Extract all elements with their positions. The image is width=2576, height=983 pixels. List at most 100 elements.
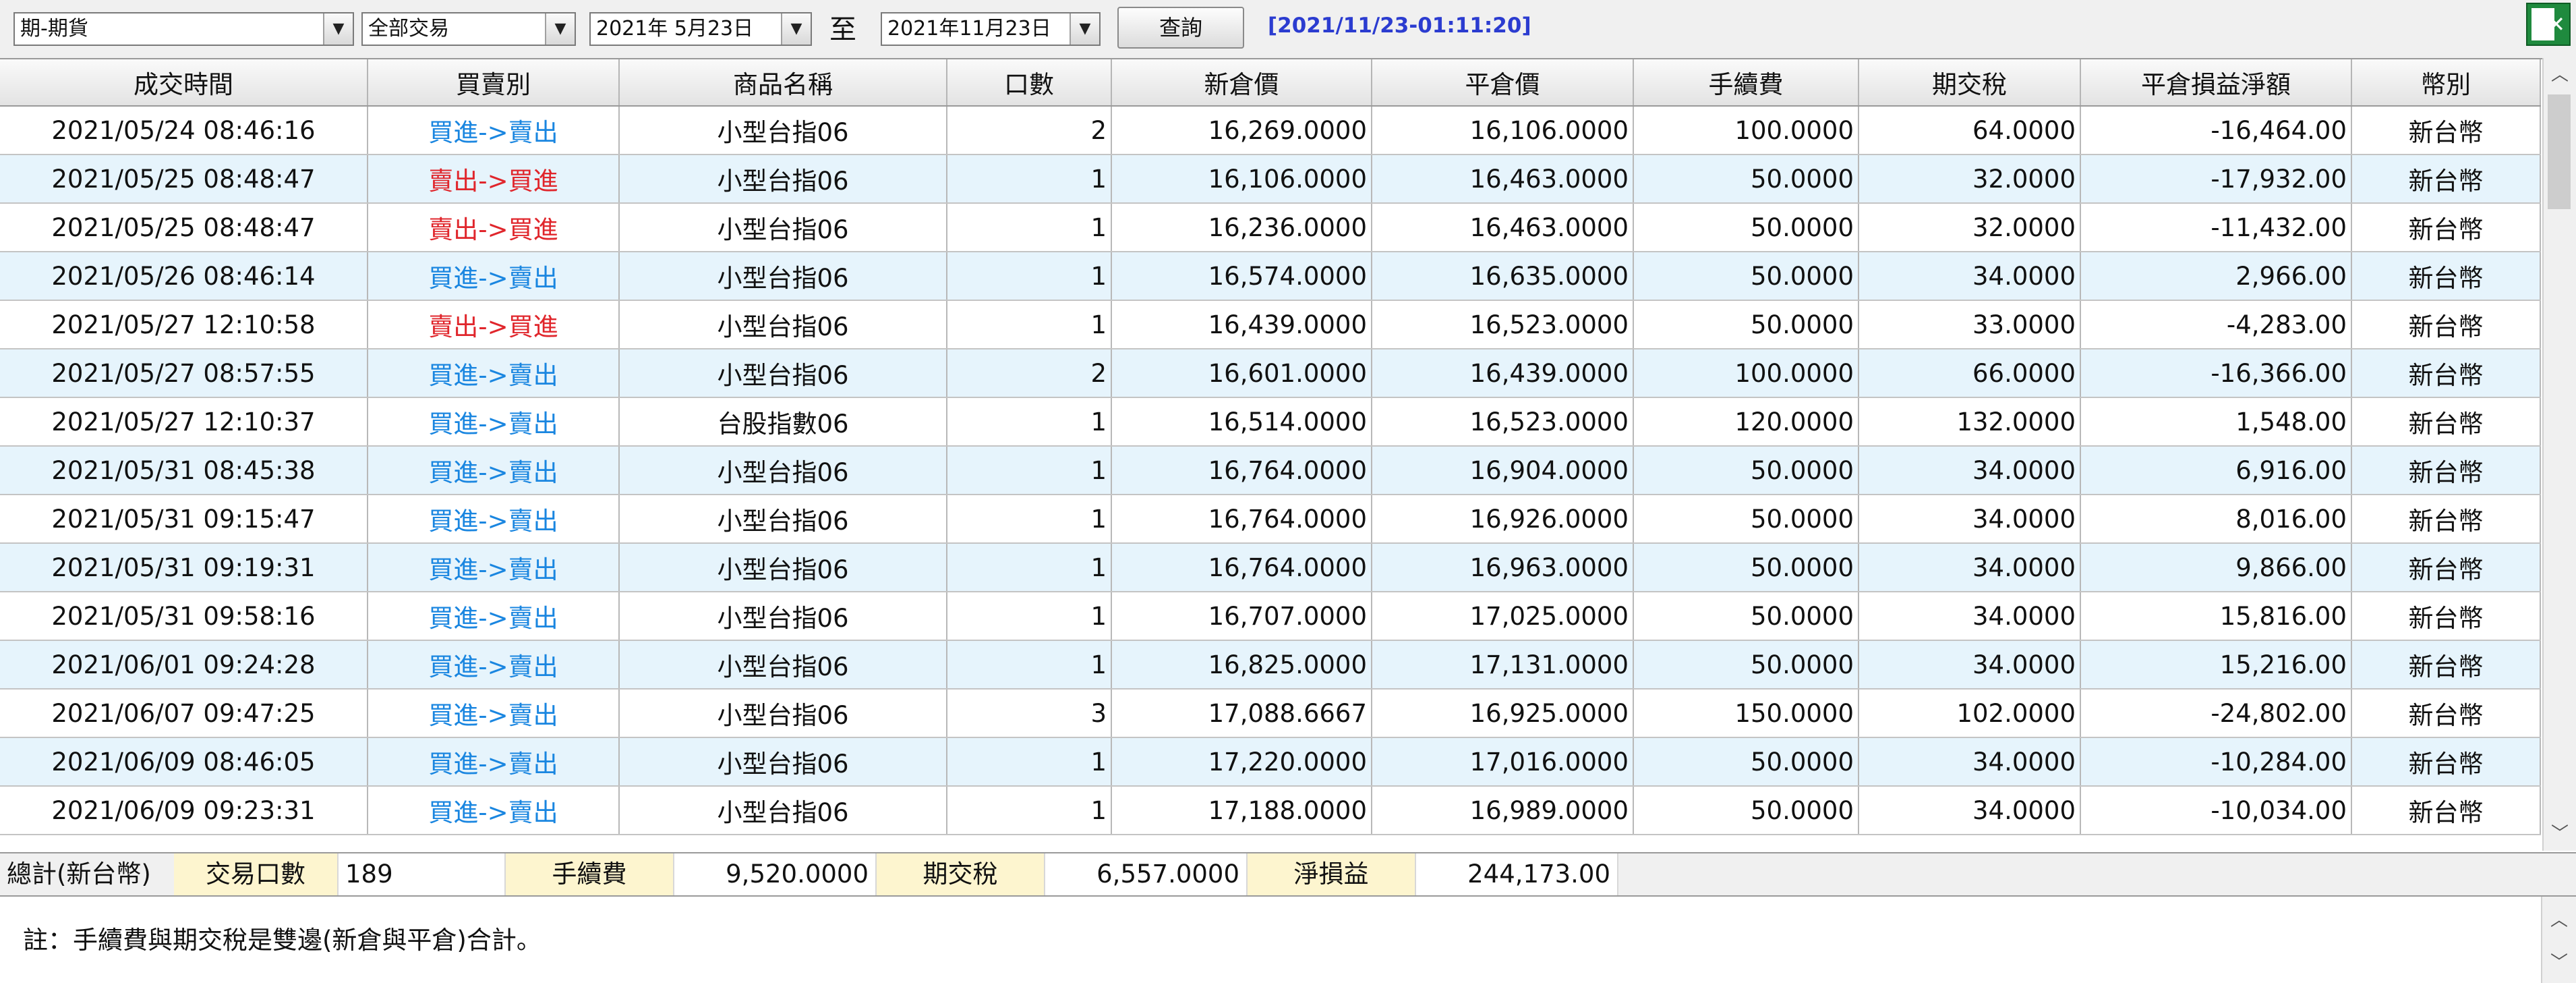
table-row[interactable]: 2021/05/27 12:10:58 賣出->買進 小型台指06 1 16,439.0…	[0, 300, 2541, 349]
table-row[interactable]: 2021/05/27 08:57:55 買進->賣出 小型台指06 2 16,601.0…	[0, 349, 2541, 398]
summary-tax-label: 期交稅	[877, 853, 1045, 895]
table-row[interactable]: 2021/06/09 09:23:31 買進->賣出 小型台指06 1 17,188.0…	[0, 786, 2541, 835]
scrollbar-thumb[interactable]	[2548, 94, 2571, 209]
cell-fee: 50.0000	[1633, 446, 1859, 495]
note-vertical-scrollbar[interactable]: ︿ ﹀	[2541, 897, 2576, 983]
table-body: 2021/05/24 08:46:16 買進->賣出 小型台指06 2 16,269.0…	[0, 106, 2541, 835]
chevron-up-icon[interactable]: ︿	[2544, 58, 2576, 92]
chevron-down-icon[interactable]: ▼	[1070, 13, 1099, 45]
table-row[interactable]: 2021/06/09 08:46:05 買進->賣出 小型台指06 1 17,220.0…	[0, 737, 2541, 787]
table-row[interactable]: 2021/05/27 12:10:37 買進->賣出 台股指數06 1 16,514.0…	[0, 397, 2541, 447]
cell-tax: 132.0000	[1858, 397, 2081, 447]
chevron-down-icon[interactable]: ﹀	[2542, 949, 2576, 974]
table-row[interactable]: 2021/06/01 09:24:28 買進->賣出 小型台指06 1 16,825.0…	[0, 640, 2541, 690]
note-text: 註：手續費與期交稅是雙邊(新倉與平倉)合計。	[23, 926, 541, 955]
table-row[interactable]: 2021/05/31 09:19:31 買進->賣出 小型台指06 1 16,764.0…	[0, 543, 2541, 592]
cell-currency: 新台幣	[2351, 786, 2541, 835]
table-header-row: 成交時間 買賣別 商品名稱 口數 新倉價 平倉價 手續費 期交稅 平倉損益淨額 …	[0, 59, 2541, 107]
excel-export-icon[interactable]: ✕	[2526, 3, 2571, 46]
cell-open-price: 16,764.0000	[1111, 446, 1372, 495]
cell-trade-time: 2021/05/27 12:10:58	[0, 300, 368, 349]
trade-type-select[interactable]: 全部交易 ▼	[361, 12, 576, 46]
cell-product: 小型台指06	[619, 689, 947, 738]
cell-trade-time: 2021/06/09 09:23:31	[0, 786, 368, 835]
summary-tax-value: 6,557.0000	[1045, 853, 1248, 895]
cell-open-price: 16,236.0000	[1111, 203, 1372, 252]
column-header-close-price[interactable]: 平倉價	[1372, 59, 1634, 107]
cell-side: 買進->賣出	[368, 397, 620, 447]
cell-product: 小型台指06	[619, 300, 947, 349]
cell-product: 小型台指06	[619, 349, 947, 398]
cell-trade-time: 2021/05/26 08:46:14	[0, 252, 368, 301]
cell-close-price: 16,963.0000	[1372, 543, 1634, 592]
cell-close-price: 16,463.0000	[1372, 155, 1634, 204]
cell-open-price: 16,574.0000	[1111, 252, 1372, 301]
chevron-down-icon[interactable]: ﹀	[2544, 817, 2576, 851]
table-row[interactable]: 2021/05/31 08:45:38 買進->賣出 小型台指06 1 16,764.0…	[0, 446, 2541, 495]
cell-net-pnl: -10,284.00	[2080, 737, 2352, 787]
cell-trade-time: 2021/05/24 08:46:16	[0, 106, 368, 155]
date-from-picker[interactable]: 2021年 5月23日 ▼	[589, 12, 812, 46]
column-header-currency[interactable]: 幣別	[2351, 59, 2541, 107]
cell-product: 小型台指06	[619, 446, 947, 495]
cell-fee: 50.0000	[1633, 592, 1859, 641]
cell-fee: 50.0000	[1633, 300, 1859, 349]
cell-currency: 新台幣	[2351, 737, 2541, 787]
chevron-down-icon[interactable]: ▼	[781, 13, 811, 45]
column-header-side[interactable]: 買賣別	[368, 59, 620, 107]
date-to-picker[interactable]: 2021年11月23日 ▼	[881, 12, 1101, 46]
cell-lots: 1	[947, 397, 1112, 447]
column-header-product[interactable]: 商品名稱	[619, 59, 947, 107]
cell-side: 買進->賣出	[368, 106, 620, 155]
chevron-down-icon[interactable]: ▼	[323, 13, 353, 45]
cell-trade-time: 2021/05/27 08:57:55	[0, 349, 368, 398]
table-row[interactable]: 2021/05/26 08:46:14 買進->賣出 小型台指06 1 16,574.0…	[0, 252, 2541, 301]
table-row[interactable]: 2021/05/24 08:46:16 買進->賣出 小型台指06 2 16,269.0…	[0, 106, 2541, 155]
column-header-open-price[interactable]: 新倉價	[1111, 59, 1372, 107]
cell-tax: 32.0000	[1858, 155, 2081, 204]
table-row[interactable]: 2021/06/07 09:47:25 買進->賣出 小型台指06 3 17,088.6…	[0, 689, 2541, 738]
query-button[interactable]: 查詢	[1117, 7, 1244, 49]
market-select[interactable]: 期-期貨 ▼	[13, 12, 354, 46]
summary-title: 總計(新台幣)	[0, 853, 174, 895]
cell-tax: 34.0000	[1858, 737, 2081, 787]
table-row[interactable]: 2021/05/31 09:58:16 買進->賣出 小型台指06 1 16,707.0…	[0, 592, 2541, 641]
cell-side: 買進->賣出	[368, 592, 620, 641]
chevron-down-icon[interactable]: ▼	[545, 13, 575, 45]
cell-lots: 1	[947, 300, 1112, 349]
grid-vertical-scrollbar[interactable]: ︿ ﹀	[2542, 58, 2576, 851]
cell-close-price: 17,131.0000	[1372, 640, 1634, 690]
cell-fee: 100.0000	[1633, 349, 1859, 398]
cell-net-pnl: -10,034.00	[2080, 786, 2352, 835]
table-row[interactable]: 2021/05/25 08:48:47 賣出->買進 小型台指06 1 16,106.0…	[0, 155, 2541, 204]
cell-net-pnl: -16,366.00	[2080, 349, 2352, 398]
cell-net-pnl: -4,283.00	[2080, 300, 2352, 349]
cell-close-price: 16,523.0000	[1372, 397, 1634, 447]
cell-net-pnl: 6,916.00	[2080, 446, 2352, 495]
cell-product: 小型台指06	[619, 495, 947, 544]
cell-currency: 新台幣	[2351, 495, 2541, 544]
chevron-up-icon[interactable]: ︿	[2542, 906, 2576, 931]
cell-lots: 1	[947, 203, 1112, 252]
cell-lots: 1	[947, 640, 1112, 690]
column-header-trade-time[interactable]: 成交時間	[0, 59, 368, 107]
cell-product: 小型台指06	[619, 155, 947, 204]
table-row[interactable]: 2021/05/31 09:15:47 買進->賣出 小型台指06 1 16,764.0…	[0, 495, 2541, 544]
toolbar: 期-期貨 ▼ 全部交易 ▼ 2021年 5月23日 ▼ 至 2021年11月23…	[0, 0, 2576, 59]
cell-fee: 50.0000	[1633, 155, 1859, 204]
cell-lots: 2	[947, 106, 1112, 155]
cell-side: 買進->賣出	[368, 495, 620, 544]
column-header-fee[interactable]: 手續費	[1633, 59, 1859, 107]
summary-net-value: 244,173.00	[1416, 853, 1618, 895]
cell-close-price: 17,025.0000	[1372, 592, 1634, 641]
table-row[interactable]: 2021/05/25 08:48:47 賣出->買進 小型台指06 1 16,236.0…	[0, 203, 2541, 252]
note-panel: 註：手續費與期交稅是雙邊(新倉與平倉)合計。 ︿ ﹀	[0, 895, 2576, 983]
cell-close-price: 16,989.0000	[1372, 786, 1634, 835]
cell-product: 小型台指06	[619, 786, 947, 835]
date-range-to-label: 至	[829, 14, 856, 45]
cell-fee: 50.0000	[1633, 640, 1859, 690]
cell-side: 賣出->買進	[368, 155, 620, 204]
column-header-lots[interactable]: 口數	[947, 59, 1112, 107]
column-header-net-pnl[interactable]: 平倉損益淨額	[2080, 59, 2352, 107]
column-header-tax[interactable]: 期交稅	[1858, 59, 2081, 107]
